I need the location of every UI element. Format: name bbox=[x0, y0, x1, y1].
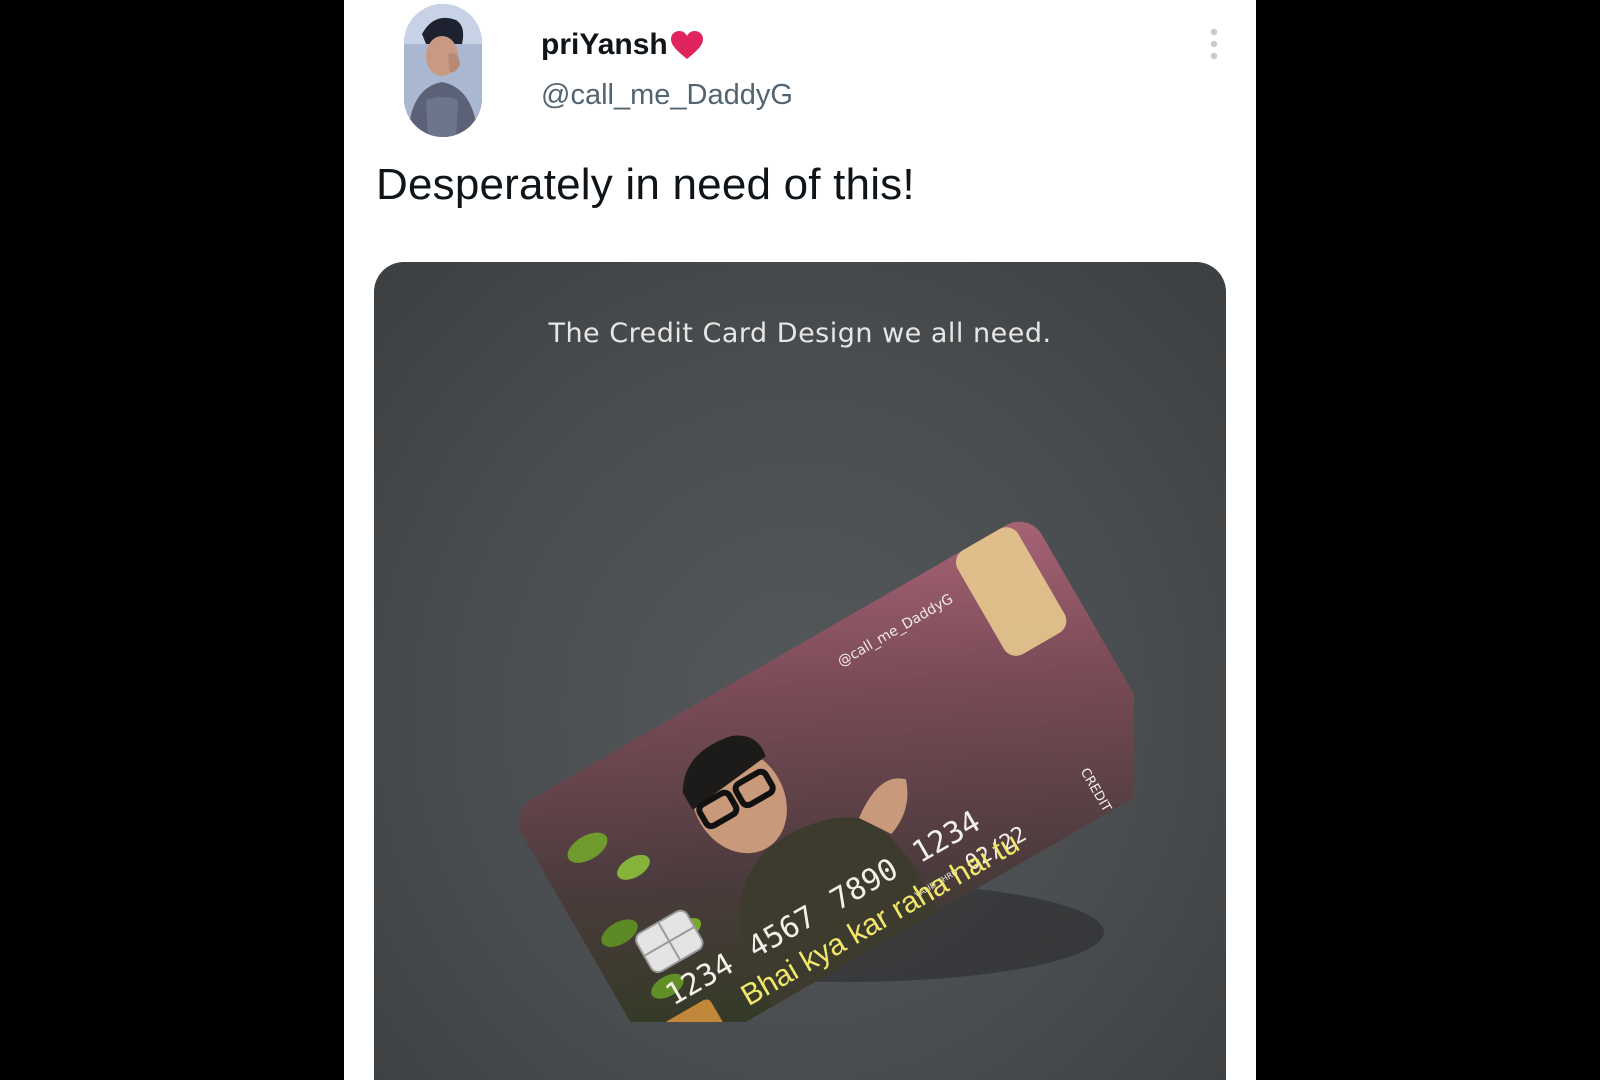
user-handle[interactable]: @call_me_DaddyG bbox=[541, 79, 793, 112]
red-heart-icon bbox=[670, 31, 703, 59]
display-name-text: priYansh bbox=[541, 28, 668, 61]
credit-card-illustration: @call_me_DaddyG 1234 4567 7890 1234 VALI… bbox=[514, 462, 1170, 1065]
display-name[interactable]: priYansh bbox=[541, 28, 704, 62]
media-caption: The Credit Card Design we all need. bbox=[548, 318, 1052, 349]
page: priYansh @call_me_DaddyG Desperately in … bbox=[0, 0, 1600, 1080]
vertical-ellipsis-icon[interactable] bbox=[1202, 26, 1226, 62]
avatar-photo bbox=[404, 4, 482, 137]
credit-card-svg: @call_me_DaddyG 1234 4567 7890 1234 VALI… bbox=[518, 521, 1170, 1065]
tweet-card: priYansh @call_me_DaddyG Desperately in … bbox=[344, 0, 1256, 1080]
media-image[interactable]: The Credit Card Design we all need. @cal… bbox=[374, 262, 1226, 1080]
tweet-text: Desperately in need of this! bbox=[376, 160, 915, 209]
avatar[interactable] bbox=[404, 4, 482, 137]
